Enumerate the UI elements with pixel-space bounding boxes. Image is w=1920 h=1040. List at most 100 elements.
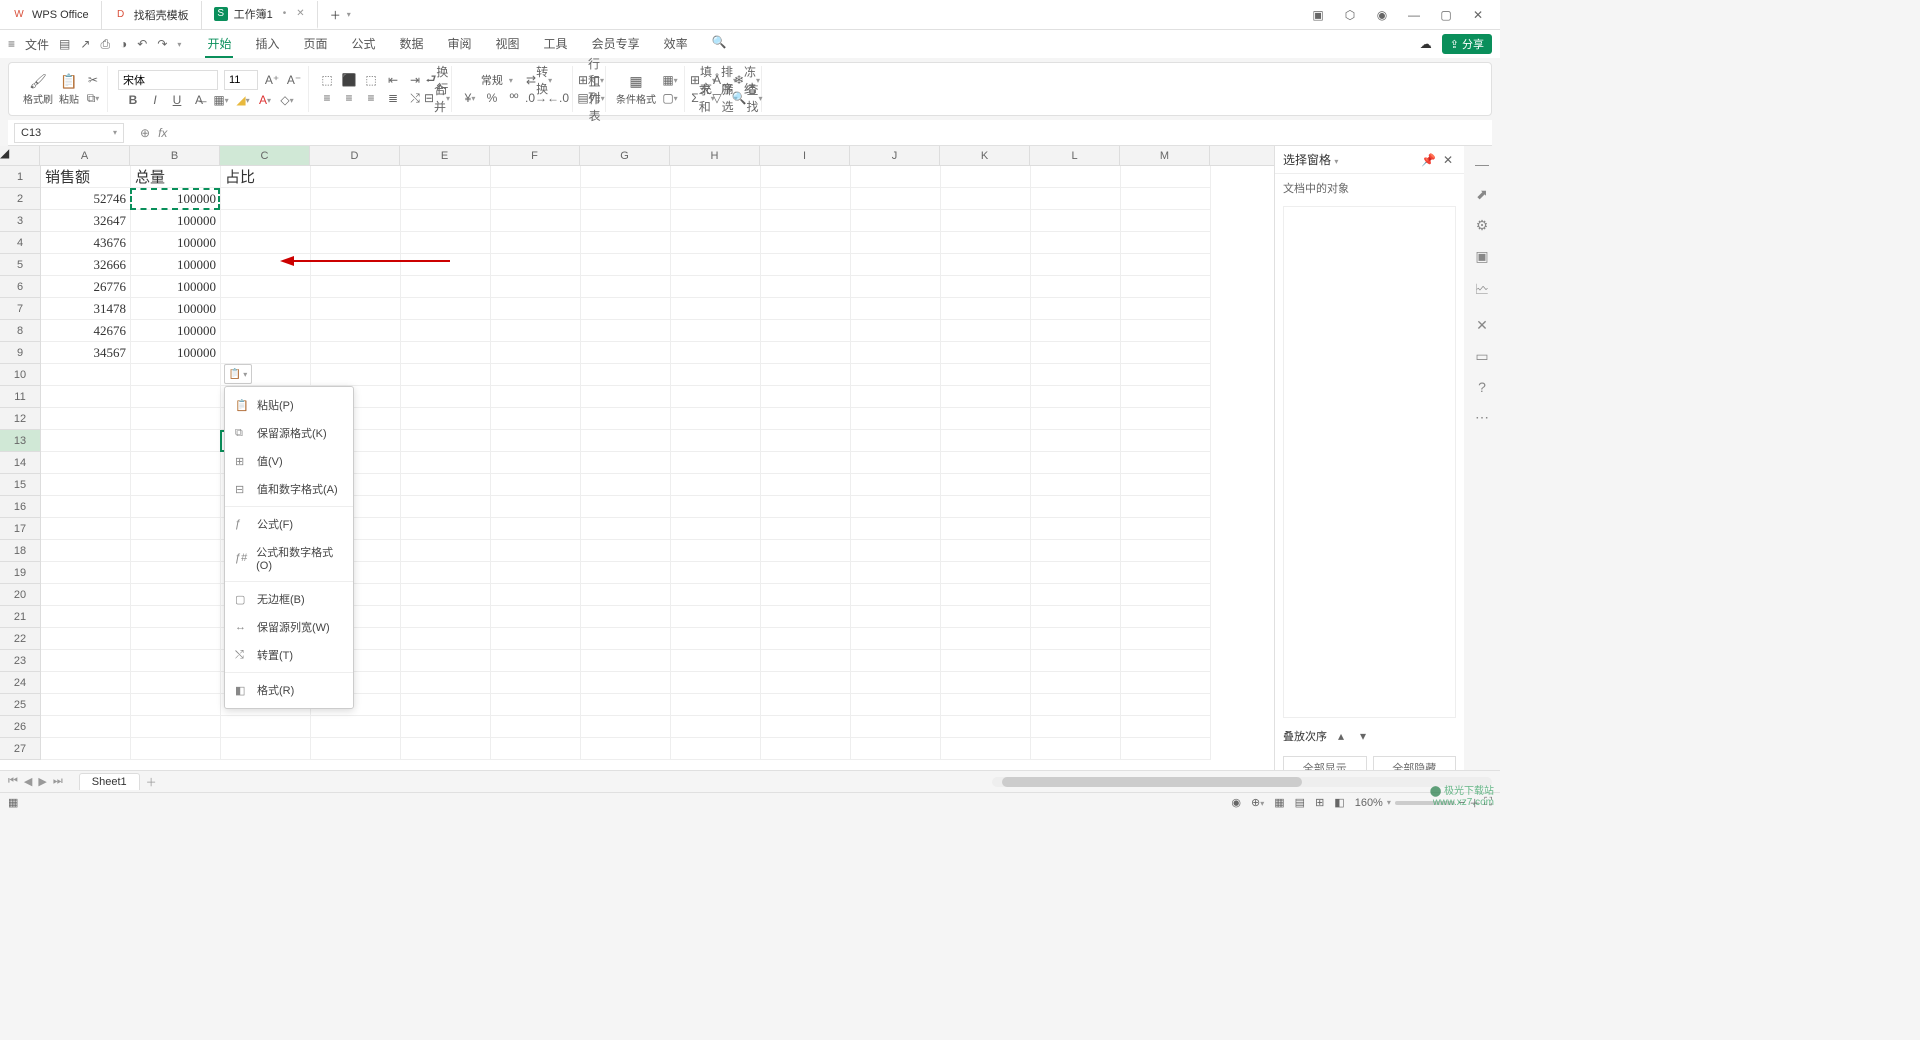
cell[interactable] — [131, 452, 221, 474]
cell[interactable] — [761, 298, 851, 320]
cell[interactable] — [41, 452, 131, 474]
cell[interactable] — [761, 518, 851, 540]
increase-font-icon[interactable]: A⁺ — [264, 72, 280, 88]
cell[interactable] — [131, 474, 221, 496]
cell[interactable] — [671, 672, 761, 694]
cell[interactable] — [671, 716, 761, 738]
cell[interactable] — [581, 672, 671, 694]
cell[interactable] — [221, 738, 311, 760]
cell[interactable] — [581, 738, 671, 760]
row-header[interactable]: 23 — [0, 650, 40, 672]
cell[interactable] — [131, 430, 221, 452]
select-icon[interactable]: ⬈ — [1476, 186, 1488, 203]
cell[interactable] — [761, 496, 851, 518]
cell[interactable]: 100000 — [131, 210, 221, 232]
cell[interactable] — [221, 320, 311, 342]
chart-strip-icon[interactable]: 🗠 — [1475, 279, 1489, 303]
avatar-icon[interactable]: ◉ — [1372, 8, 1392, 22]
cell[interactable] — [941, 342, 1031, 364]
cell[interactable] — [941, 364, 1031, 386]
merge-button[interactable]: ⊟合并▾ — [429, 90, 445, 106]
cell[interactable] — [941, 452, 1031, 474]
cell[interactable] — [761, 606, 851, 628]
horizontal-scrollbar[interactable] — [992, 777, 1492, 787]
preview-icon[interactable]: ◑ — [120, 37, 127, 51]
row-header[interactable]: 8 — [0, 320, 40, 342]
view-target-icon[interactable]: ⊕▾ — [1251, 796, 1264, 809]
cell[interactable] — [1031, 342, 1121, 364]
cell[interactable] — [41, 562, 131, 584]
formula-input[interactable] — [175, 125, 1492, 140]
cell[interactable] — [671, 474, 761, 496]
new-tab-button[interactable]: ＋ ▾ — [318, 1, 363, 29]
cell[interactable] — [41, 694, 131, 716]
cell[interactable] — [941, 430, 1031, 452]
fx-icon[interactable]: fx — [158, 126, 167, 140]
cell[interactable] — [491, 540, 581, 562]
cell[interactable] — [1121, 408, 1211, 430]
cell[interactable] — [1121, 716, 1211, 738]
cut-icon[interactable]: ✂ — [85, 72, 101, 88]
cell[interactable] — [1031, 298, 1121, 320]
decrease-font-icon[interactable]: A⁻ — [286, 72, 302, 88]
cell[interactable] — [761, 584, 851, 606]
cell[interactable] — [311, 364, 401, 386]
cell[interactable] — [401, 562, 491, 584]
cell[interactable] — [131, 606, 221, 628]
tab-tools[interactable]: 工具 — [542, 31, 570, 58]
cell[interactable] — [1121, 276, 1211, 298]
row-header[interactable]: 7 — [0, 298, 40, 320]
cell[interactable] — [401, 408, 491, 430]
cell[interactable] — [1121, 474, 1211, 496]
cell[interactable] — [311, 342, 401, 364]
cell[interactable] — [851, 474, 941, 496]
cell[interactable] — [401, 694, 491, 716]
cell[interactable] — [761, 716, 851, 738]
row-header[interactable]: 9 — [0, 342, 40, 364]
name-box[interactable]: C13▾ — [14, 123, 124, 143]
cell[interactable] — [401, 672, 491, 694]
row-header[interactable]: 18 — [0, 540, 40, 562]
cell[interactable] — [491, 188, 581, 210]
paste-option-formula-number[interactable]: ƒ#公式和数字格式(O) — [225, 538, 353, 578]
sheet-last-icon[interactable]: ⏭ — [53, 775, 63, 788]
cell[interactable] — [311, 320, 401, 342]
cell[interactable]: 100000 — [131, 320, 221, 342]
row-header[interactable]: 13 — [0, 430, 40, 452]
row-header[interactable]: 15 — [0, 474, 40, 496]
cell[interactable] — [671, 562, 761, 584]
cell[interactable] — [41, 628, 131, 650]
cell[interactable] — [401, 298, 491, 320]
cell[interactable] — [491, 496, 581, 518]
cell[interactable] — [581, 430, 671, 452]
cell[interactable] — [131, 408, 221, 430]
row-header[interactable]: 27 — [0, 738, 40, 760]
cell[interactable] — [581, 254, 671, 276]
strike-icon[interactable]: A̶ — [191, 92, 207, 108]
cell[interactable] — [1031, 320, 1121, 342]
cell[interactable] — [1031, 562, 1121, 584]
cell[interactable] — [851, 540, 941, 562]
row-header[interactable]: 22 — [0, 628, 40, 650]
row-header[interactable]: 1 — [0, 166, 40, 188]
sum-button[interactable]: Σ求和▾ — [695, 90, 711, 106]
align-center-icon[interactable]: ≡ — [341, 90, 357, 106]
col-header[interactable]: A — [40, 146, 130, 165]
cell[interactable] — [851, 232, 941, 254]
cell[interactable] — [581, 540, 671, 562]
format-painter-button[interactable]: 🖌格式刷 — [23, 73, 53, 106]
cell[interactable] — [851, 562, 941, 584]
cell[interactable] — [1121, 672, 1211, 694]
cell[interactable] — [761, 386, 851, 408]
cell[interactable] — [131, 518, 221, 540]
app-tab[interactable]: W WPS Office — [0, 1, 102, 29]
file-menu[interactable]: 文件 — [25, 36, 49, 53]
help-strip-icon[interactable]: ? — [1478, 379, 1486, 395]
add-sheet-button[interactable]: ＋ — [146, 774, 157, 790]
cell[interactable] — [491, 606, 581, 628]
cell[interactable] — [941, 562, 1031, 584]
cell[interactable]: 销售额 — [41, 166, 131, 188]
cell[interactable] — [491, 452, 581, 474]
row-header[interactable]: 5 — [0, 254, 40, 276]
cell[interactable] — [401, 342, 491, 364]
